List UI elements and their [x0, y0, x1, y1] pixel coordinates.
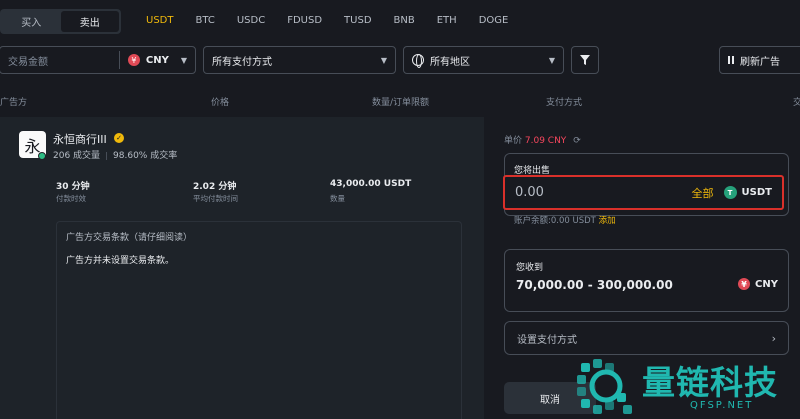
completion-rate: 98.60% 成交率	[113, 151, 178, 161]
sell-amount-input[interactable]: 0.00 全部 T USDT	[503, 175, 784, 210]
chevron-down-icon: ▼	[380, 55, 387, 65]
watermark-logo	[577, 359, 632, 414]
chevron-down-icon: ▼	[548, 55, 555, 65]
chevron-right-icon: ›	[771, 331, 776, 345]
amount-filter[interactable]: 交易金额 ¥ CNY ▼	[0, 46, 196, 74]
col-qty-limit: 数量/订单限额	[372, 98, 430, 108]
currency-select[interactable]: CNY	[146, 55, 169, 66]
divider	[118, 51, 120, 69]
receive-label: 您收到	[516, 263, 544, 273]
coin-tab-usdt[interactable]: USDT	[146, 15, 173, 26]
sell-currency: USDT	[741, 187, 772, 198]
chevron-down-icon: ▼	[180, 55, 187, 65]
region-filter[interactable]: 所有地区 ▼	[403, 46, 564, 74]
refresh-button[interactable]: 刷新广告	[719, 46, 800, 74]
col-payment: 支付方式	[546, 98, 583, 108]
col-trade: 交	[793, 98, 800, 108]
region-filter-label: 所有地区	[430, 56, 470, 68]
watermark-text: 量链科技	[642, 363, 778, 402]
balance-label: 账户余额:	[514, 216, 551, 226]
unit-price-label: 单价	[504, 136, 523, 146]
verified-icon: ✓	[114, 133, 124, 143]
coin-tab-tusd[interactable]: TUSD	[344, 15, 371, 26]
refresh-label: 刷新广告	[740, 56, 780, 68]
amount-input[interactable]: 交易金额	[8, 53, 48, 68]
refresh-price-icon[interactable]: ⟳	[573, 136, 581, 146]
terms-title: 广告方交易条款（请仔细阅读）	[66, 233, 193, 243]
metric-label: 平均付款时间	[193, 194, 238, 203]
coin-tabs: USDT BTC USDC FDUSD TUSD BNB ETH DOGE	[146, 15, 530, 26]
metric-value: 43,000.00 USDT	[330, 179, 412, 189]
advertiser-name[interactable]: 永恒商行III	[53, 131, 107, 147]
payment-filter-label: 所有支付方式	[212, 56, 272, 68]
col-price: 价格	[211, 98, 230, 108]
account-balance: 账户余额:0.00 USDT 添加	[514, 214, 616, 226]
coin-tab-doge[interactable]: DOGE	[479, 15, 509, 26]
terms-box	[56, 221, 462, 419]
sell-amount-value[interactable]: 0.00	[515, 185, 544, 200]
coin-tab-fdusd[interactable]: FDUSD	[287, 15, 322, 26]
balance-value: 0.00 USDT	[550, 216, 596, 226]
payment-filter[interactable]: 所有支付方式 ▼	[203, 46, 396, 74]
metric-label: 数量	[330, 194, 345, 203]
orders-count: 206 成交量	[53, 151, 101, 161]
pause-icon	[728, 56, 734, 64]
unit-price: 单价 7.09 CNY ⟳	[504, 133, 581, 146]
add-funds-link[interactable]: 添加	[599, 216, 616, 226]
filter-button[interactable]	[571, 46, 599, 74]
coin-tab-bnb[interactable]: BNB	[394, 15, 415, 26]
terms-body: 广告方并未设置交易条款。	[66, 256, 175, 266]
metric-value: 2.02 分钟	[193, 182, 237, 192]
coin-tab-eth[interactable]: ETH	[437, 15, 457, 26]
usdt-icon: T	[723, 186, 737, 199]
receive-value: 70,000.00 - 300,000.00	[516, 278, 673, 292]
metric-label: 付款时效	[56, 194, 86, 203]
watermark-domain: QFSP.NET	[690, 400, 754, 411]
col-advertiser: 广告方	[0, 98, 28, 108]
all-button[interactable]: 全部	[692, 185, 714, 201]
filter-icon	[580, 55, 590, 65]
payment-method-label: 设置支付方式	[517, 334, 577, 346]
buy-tab[interactable]: 买入	[2, 11, 61, 32]
unit-price-value: 7.09 CNY	[524, 136, 567, 146]
trade-type-toggle: 买入 卖出	[0, 9, 121, 34]
receive-currency-label: CNY	[755, 278, 778, 290]
advertiser-stats: 206 成交量 98.60% 成交率	[53, 148, 177, 161]
receive-currency: ¥ CNY	[738, 278, 778, 290]
sell-tab[interactable]: 卖出	[60, 11, 119, 32]
coin-tab-btc[interactable]: BTC	[195, 15, 214, 26]
globe-icon	[412, 54, 424, 68]
coin-tab-usdc[interactable]: USDC	[237, 15, 265, 26]
cny-icon: ¥	[738, 278, 750, 290]
set-payment-method[interactable]: 设置支付方式 ›	[504, 321, 789, 355]
metric-value: 30 分钟	[56, 182, 90, 192]
online-indicator	[38, 152, 46, 160]
cny-icon: ¥	[127, 54, 140, 66]
